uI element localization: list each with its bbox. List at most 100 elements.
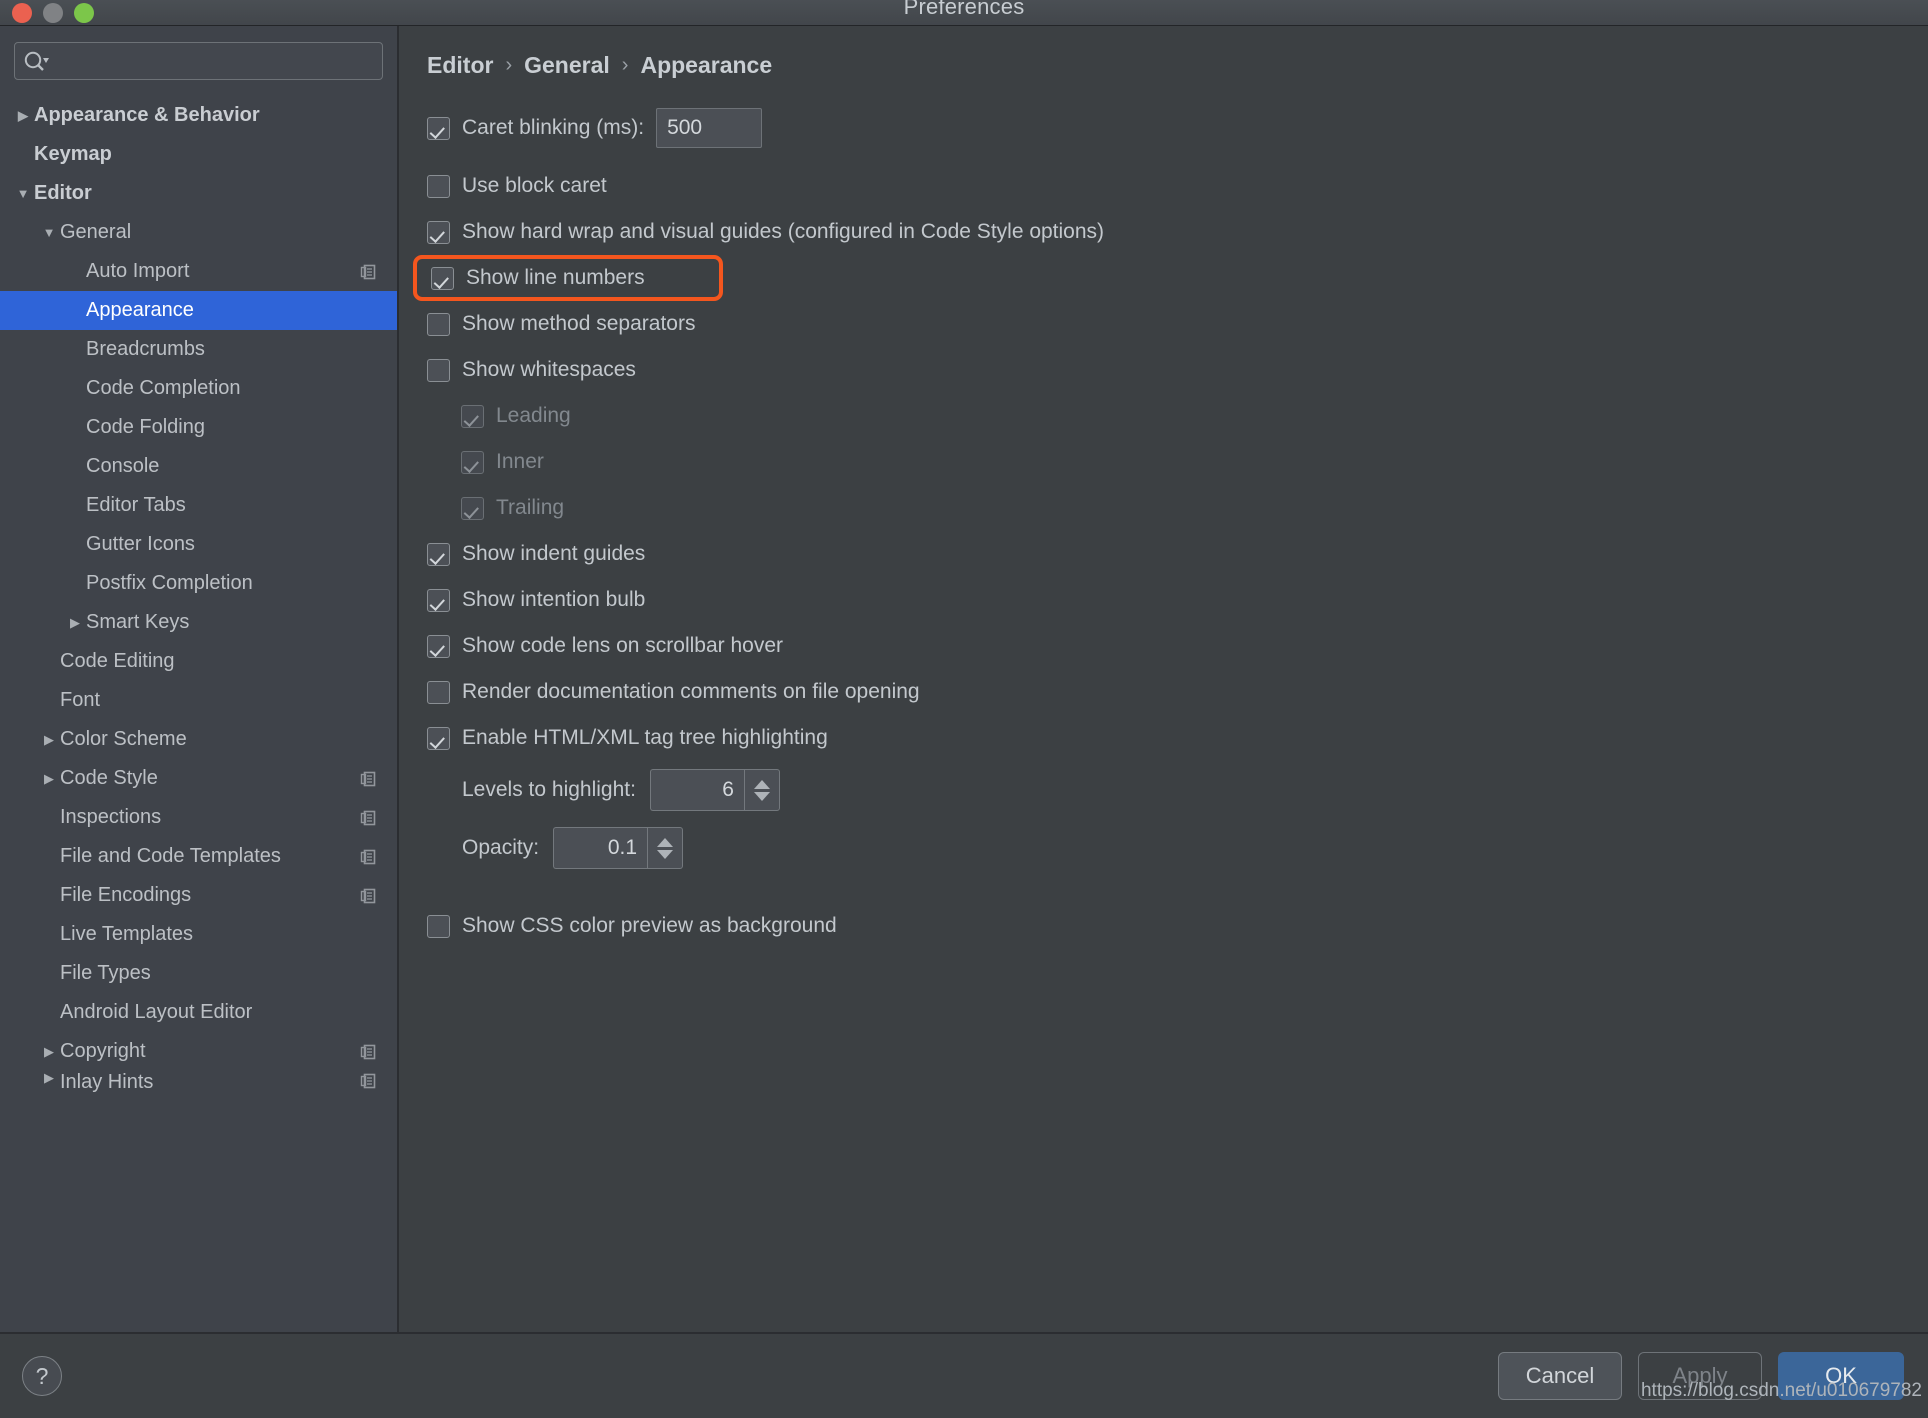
chevron-right-icon[interactable]: ▶ [38,733,60,746]
sidebar-item-general[interactable]: ▼ General [0,213,397,252]
sidebar-item-android-layout-editor[interactable]: ▶Android Layout Editor [0,993,397,1032]
sidebar-item-label: Auto Import [86,260,190,282]
sidebar-item-label: Android Layout Editor [60,1001,253,1023]
search-input[interactable] [49,51,374,71]
sidebar-item-label: Code Editing [60,650,175,672]
chevron-right-icon[interactable]: ▶ [38,1045,60,1058]
show-hard-wrap-checkbox[interactable] [427,220,450,244]
sidebar-item-postfix-completion[interactable]: ▶Postfix Completion [0,564,397,603]
show-hard-wrap-label: Show hard wrap and visual guides (config… [462,220,1105,243]
window-title: Preferences [903,0,1025,19]
setting-enable-tag-tree: Enable HTML/XML tag tree highlighting [427,715,1928,761]
apply-button[interactable]: Apply [1638,1352,1762,1400]
show-indent-guides-checkbox[interactable] [427,542,450,566]
show-code-lens-checkbox[interactable] [427,634,450,658]
settings-list: Caret blinking (ms): 500 Use block caret… [399,99,1928,949]
show-css-preview-checkbox[interactable] [427,914,450,938]
whitespace-trailing-checkbox[interactable] [461,496,484,520]
breadcrumb-item-general[interactable]: General [524,52,610,79]
setting-whitespace-leading: Leading [427,393,1928,439]
search-box[interactable] [14,42,383,80]
render-documentation-checkbox[interactable] [427,680,450,704]
show-whitespaces-checkbox[interactable] [427,358,450,382]
sidebar-item-editor-tabs[interactable]: ▶Editor Tabs [0,486,397,525]
sidebar-item-color-scheme[interactable]: ▶ Color Scheme [0,720,397,759]
setting-whitespace-trailing: Trailing [427,485,1928,531]
setting-opacity: Opacity: 0.1 [427,819,1928,877]
setting-show-indent-guides: Show indent guides [427,531,1928,577]
copy-settings-icon[interactable] [359,886,379,906]
sidebar-item-inlay-hints[interactable]: ▶ Inlay Hints [0,1071,397,1097]
show-intention-bulb-checkbox[interactable] [427,588,450,612]
sidebar-item-code-folding[interactable]: ▶Code Folding [0,408,397,447]
opacity-spinner-buttons[interactable] [647,827,684,869]
sidebar-item-keymap[interactable]: ▶Keymap [0,135,397,174]
sidebar-item-inspections[interactable]: ▶Inspections [0,798,397,837]
sidebar-item-label: Code Folding [86,416,205,438]
show-method-separators-checkbox[interactable] [427,312,450,336]
title-bar: Preferences [0,0,1928,26]
copy-settings-icon[interactable] [359,1071,379,1091]
opacity-value[interactable]: 0.1 [553,827,648,869]
sidebar-item-label: Appearance [86,299,194,321]
ok-button[interactable]: OK [1778,1352,1904,1400]
spinner-up-icon[interactable] [753,779,770,789]
setting-caret-blinking: Caret blinking (ms): 500 [427,105,1928,151]
chevron-down-icon[interactable]: ▼ [38,226,60,239]
caret-blinking-input[interactable]: 500 [656,108,763,148]
chevron-right-icon[interactable]: ▶ [64,616,86,629]
sidebar-item-code-editing[interactable]: ▶Code Editing [0,642,397,681]
sidebar-item-copyright[interactable]: ▶ Copyright [0,1032,397,1071]
use-block-caret-checkbox[interactable] [427,174,450,198]
spinner-down-icon[interactable] [753,791,770,801]
sidebar-item-appearance-behavior[interactable]: ▶ Appearance & Behavior [0,96,397,135]
show-line-numbers-checkbox[interactable] [431,266,454,290]
sidebar-item-file-and-code-templates[interactable]: ▶File and Code Templates [0,837,397,876]
sidebar-item-label: File Encodings [60,884,192,906]
setting-render-documentation: Render documentation comments on file op… [427,669,1928,715]
chevron-down-icon[interactable]: ▼ [12,187,34,200]
chevron-right-icon[interactable]: ▶ [38,1071,60,1084]
levels-to-highlight-value[interactable]: 6 [649,769,744,811]
sidebar-item-file-encodings[interactable]: ▶File Encodings [0,876,397,915]
caret-blinking-checkbox[interactable] [427,116,450,140]
sidebar-item-code-style[interactable]: ▶ Code Style [0,759,397,798]
chevron-right-icon[interactable]: ▶ [12,109,34,122]
sidebar-item-console[interactable]: ▶Console [0,447,397,486]
cancel-button[interactable]: Cancel [1498,1352,1622,1400]
sidebar-item-font[interactable]: ▶Font [0,681,397,720]
sidebar-item-label: Color Scheme [60,728,187,750]
opacity-spinner[interactable]: 0.1 [553,827,684,869]
sidebar-item-breadcrumbs[interactable]: ▶Breadcrumbs [0,330,397,369]
breadcrumb-item-editor[interactable]: Editor [427,52,493,79]
sidebar-item-editor[interactable]: ▼ Editor [0,174,397,213]
sidebar-item-gutter-icons[interactable]: ▶Gutter Icons [0,525,397,564]
sidebar-item-label: Console [86,455,160,477]
copy-settings-icon[interactable] [359,847,379,867]
sidebar-item-label: Code Style [60,767,158,789]
sidebar-item-smart-keys[interactable]: ▶ Smart Keys [0,603,397,642]
help-button[interactable]: ? [22,1356,62,1396]
copy-settings-icon[interactable] [359,1042,379,1062]
copy-settings-icon[interactable] [359,769,379,789]
chevron-right-icon: › [621,54,629,76]
enable-tag-tree-checkbox[interactable] [427,726,450,750]
sidebar-item-label: Postfix Completion [86,572,253,594]
sidebar-item-label: Keymap [34,143,112,165]
whitespace-leading-checkbox[interactable] [461,404,484,428]
sidebar-item-live-templates[interactable]: ▶Live Templates [0,915,397,954]
sidebar-item-auto-import[interactable]: ▶Auto Import [0,252,397,291]
whitespace-inner-checkbox[interactable] [461,450,484,474]
chevron-right-icon[interactable]: ▶ [38,772,60,785]
spinner-up-icon[interactable] [657,837,674,847]
copy-settings-icon[interactable] [359,808,379,828]
levels-spinner-buttons[interactable] [743,769,780,811]
sidebar-item-code-completion[interactable]: ▶Code Completion [0,369,397,408]
show-code-lens-label: Show code lens on scrollbar hover [462,634,784,657]
sidebar-item-appearance[interactable]: ▶Appearance [0,291,397,330]
copy-settings-icon[interactable] [359,262,379,282]
setting-show-css-preview: Show CSS color preview as background [427,903,1928,949]
levels-to-highlight-spinner[interactable]: 6 [649,769,780,811]
spinner-down-icon[interactable] [657,849,674,859]
sidebar-item-file-types[interactable]: ▶File Types [0,954,397,993]
